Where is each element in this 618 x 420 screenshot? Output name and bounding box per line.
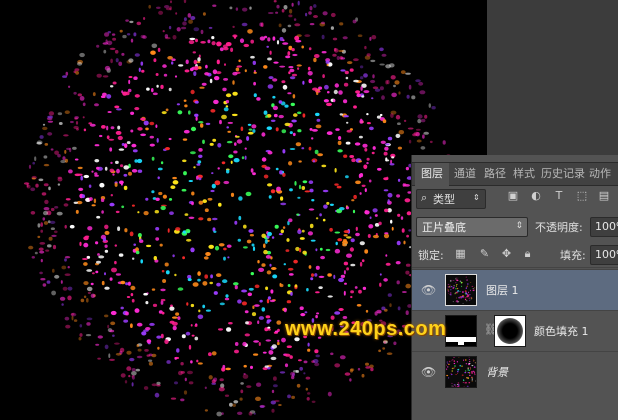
layer-thumbnail [445,274,477,306]
layer-thumbnail [445,356,477,388]
shape-filter-icon[interactable]: ⬚ [575,189,589,203]
text-filter-icon[interactable]: T [552,189,566,203]
search-icon: ⌕ [421,191,428,204]
filter-row: ⌕ 类型 ⇕ ▣ ◐ T ⬚ ▤ [412,185,618,211]
layer-row[interactable]: 👁︎ 背景 [412,351,618,392]
layer-row[interactable]: 👁︎ 图层 1 [412,269,618,310]
fill-input[interactable]: 100% [590,245,618,265]
filter-kind-select[interactable]: ⌕ 类型 ⇕ [416,189,486,209]
tab-styles[interactable]: 样式 [513,163,535,185]
filter-kind-label: 类型 [433,193,455,206]
opacity-input[interactable]: 100% [590,217,618,237]
lock-paint-icon[interactable]: ✎ [478,247,491,260]
lock-transparent-icon[interactable]: ▦ [454,247,467,260]
lock-label: 锁定: [418,249,444,262]
eye-icon[interactable]: 👁︎ [421,365,436,379]
layer-name[interactable]: 颜色填充 1 [534,323,589,339]
up-down-arrow-icon: ⇕ [515,221,523,231]
eye-icon[interactable]: 👁︎ [421,283,436,297]
layer-name[interactable]: 图层 1 [486,282,519,298]
lock-row: 锁定: ▦ ✎ ✥ 🔒︎ 填充: 100% [412,241,618,268]
lock-move-icon[interactable]: ✥ [500,247,513,260]
tab-channels[interactable]: 通道 [454,163,476,185]
tab-paths[interactable]: 路径 [484,163,506,185]
up-down-arrow-icon: ⇕ [473,193,480,202]
tab-history[interactable]: 历史记录 [541,163,585,185]
layer-mask-thumbnail[interactable] [494,315,526,347]
adjustment-filter-icon[interactable]: ◐ [529,189,543,203]
layers-panel: 图层 通道 路径 样式 历史记录 动作 ⌕ 类型 ⇕ ▣ ◐ T ⬚ ▤ 正片叠… [411,155,618,420]
tab-layers[interactable]: 图层 [415,163,449,186]
image-filter-icon[interactable]: ▣ [506,189,520,203]
fill-layer-thumbnail [445,315,477,347]
opacity-label: 不透明度: [535,221,583,234]
blend-mode-select[interactable]: 正片叠底 ⇕ [416,217,528,237]
blend-row: 正片叠底 ⇕ 不透明度: 100% [412,213,618,239]
panel-tab-bar: 图层 通道 路径 样式 历史记录 动作 [412,162,618,186]
tab-actions[interactable]: 动作 [589,163,611,185]
smart-object-filter-icon[interactable]: ▤ [597,189,611,203]
lock-all-icon[interactable]: 🔒︎ [521,247,534,260]
fill-label: 填充: [560,249,586,262]
watermark: www.240ps.com [285,318,447,340]
layer-name[interactable]: 背景 [486,364,508,380]
workspace-background [487,0,618,155]
blend-mode-value: 正片叠底 [422,221,466,234]
